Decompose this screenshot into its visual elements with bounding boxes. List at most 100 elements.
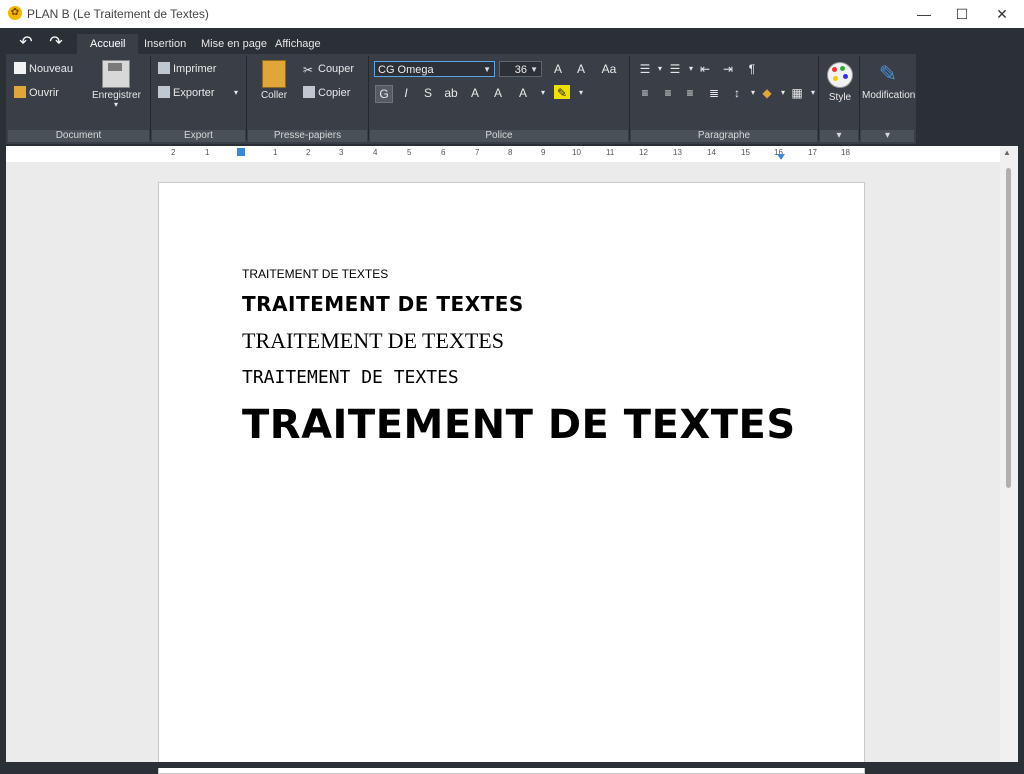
multilevel-list-icon[interactable]: ☰ [667, 61, 683, 77]
group-label-document: Document [8, 130, 149, 142]
justify-icon[interactable]: ≣ [706, 85, 722, 101]
highlight-dropdown-icon[interactable]: ▾ [573, 85, 589, 101]
cut-label: Couper [318, 63, 355, 75]
group-expand-style[interactable]: ▾ [820, 130, 858, 142]
ruler-tick: 2 [171, 148, 176, 157]
superscript-icon[interactable]: A [490, 85, 506, 101]
document-line[interactable]: TRAITEMENT DE TEXTES [242, 402, 796, 448]
document-line[interactable]: TRAITEMENT DE TEXTES [242, 267, 388, 281]
bullet-list-icon[interactable]: ☰ [637, 61, 653, 77]
highlight-icon[interactable]: ✎ [554, 85, 570, 100]
window-title: PLAN B (Le Traitement de Textes) [27, 7, 209, 21]
ruler-tick: 12 [639, 148, 648, 157]
status-bar [0, 762, 1024, 768]
ruler-tick: 10 [572, 148, 581, 157]
vertical-scrollbar[interactable]: ▲ [1000, 146, 1018, 762]
floppy-disk-icon [102, 60, 130, 88]
align-right-icon[interactable]: ≡ [682, 85, 698, 101]
font-name-select[interactable]: CG Omega ▼ [374, 61, 495, 77]
document-line[interactable]: TRAITEMENT DE TEXTES [242, 292, 524, 316]
group-label-paragraph: Paragraphe [631, 130, 817, 142]
ruler-tick: 2 [306, 148, 311, 157]
paste-button[interactable]: Coller [256, 60, 292, 101]
strikethrough-icon[interactable]: ab [443, 85, 459, 101]
tab-accueil[interactable]: Accueil [77, 34, 139, 54]
tab-insertion[interactable]: Insertion [144, 34, 186, 54]
underline-icon[interactable]: S [420, 85, 436, 101]
shading-icon[interactable]: ◆ [759, 85, 775, 101]
ruler-tick: 14 [707, 148, 716, 157]
decrease-indent-icon[interactable]: ⇤ [697, 61, 713, 77]
scrollbar-thumb[interactable] [1006, 168, 1011, 488]
cut-button[interactable]: ✂ Couper [303, 62, 354, 76]
paste-label: Coller [260, 90, 288, 101]
redo-button[interactable]: ↷ [45, 34, 67, 52]
ruler-tick: 7 [475, 148, 480, 157]
document-line[interactable]: TRAITEMENT DE TEXTES [242, 367, 459, 388]
save-button[interactable]: Enregistrer ▾ [92, 60, 141, 109]
chevron-down-icon: ▼ [483, 65, 491, 74]
scissors-icon: ✂ [303, 63, 314, 77]
style-button[interactable]: Style [824, 62, 856, 103]
copy-button[interactable]: Copier [303, 86, 350, 100]
ruler-tick: 6 [441, 148, 446, 157]
pencil-icon: ✎ [878, 61, 898, 86]
ruler-tick: 13 [673, 148, 682, 157]
new-button[interactable]: Nouveau [14, 62, 73, 76]
export-dropdown-icon[interactable]: ▾ [234, 86, 238, 100]
chevron-down-icon: ▼ [530, 65, 538, 74]
group-separator [246, 56, 247, 140]
align-left-icon[interactable]: ≡ [637, 85, 653, 101]
right-indent-marker[interactable] [777, 154, 785, 160]
group-expand-modification[interactable]: ▾ [861, 130, 914, 142]
document-page[interactable]: TRAITEMENT DE TEXTES TRAITEMENT DE TEXTE… [158, 182, 865, 774]
group-separator [629, 56, 630, 140]
new-document-icon [14, 62, 26, 74]
tab-mise-en-page[interactable]: Mise en page [201, 34, 267, 54]
bullet-list-dropdown-icon[interactable]: ▾ [652, 61, 668, 77]
new-label: Nouveau [29, 63, 74, 75]
group-label-font: Police [370, 130, 628, 142]
print-button[interactable]: Imprimer [158, 62, 216, 76]
ruler-tick: 18 [841, 148, 850, 157]
tab-affichage[interactable]: Affichage [275, 34, 321, 54]
maximize-button[interactable]: ☐ [942, 0, 982, 28]
minimize-button[interactable]: — [904, 0, 944, 28]
open-button[interactable]: Ouvrir [14, 86, 59, 100]
group-separator [150, 56, 151, 140]
subscript-icon[interactable]: A [467, 85, 483, 101]
font-color-icon[interactable]: A [515, 85, 531, 101]
group-label-export: Export [152, 130, 245, 142]
change-case-icon[interactable]: Aa [598, 61, 620, 77]
undo-button[interactable]: ↶ [15, 34, 37, 52]
export-label: Exporter [173, 87, 215, 99]
ruler-tick: 1 [273, 148, 278, 157]
bold-icon[interactable]: G [375, 85, 393, 103]
palette-icon [827, 62, 853, 88]
open-label: Ouvrir [29, 87, 59, 99]
left-indent-marker[interactable] [237, 148, 245, 156]
borders-icon[interactable]: ▦ [789, 85, 805, 101]
save-dropdown-icon[interactable]: ▾ [92, 101, 140, 109]
pilcrow-icon[interactable]: ¶ [744, 61, 760, 77]
font-size-select[interactable]: 36 ▼ [499, 61, 542, 77]
italic-icon[interactable]: I [398, 85, 414, 101]
grow-font-icon[interactable]: A [550, 61, 566, 77]
group-separator [368, 56, 369, 140]
borders-dropdown-icon[interactable]: ▾ [805, 85, 821, 101]
print-label: Imprimer [173, 63, 217, 75]
folder-icon [14, 86, 26, 98]
shrink-font-icon[interactable]: A [573, 61, 589, 77]
document-line[interactable]: TRAITEMENT DE TEXTES [242, 328, 504, 354]
modification-button[interactable]: ✎ Modification [862, 61, 915, 102]
scroll-up-icon[interactable]: ▲ [1003, 148, 1011, 157]
close-button[interactable]: ✕ [982, 0, 1022, 28]
line-spacing-icon[interactable]: ↕ [729, 85, 745, 101]
align-center-icon[interactable]: ≡ [660, 85, 676, 101]
ruler-tick: 9 [541, 148, 546, 157]
font-color-dropdown-icon[interactable]: ▾ [535, 85, 551, 101]
increase-indent-icon[interactable]: ⇥ [720, 61, 736, 77]
app-logo-icon: ✿ [8, 6, 22, 20]
horizontal-ruler[interactable]: 2 1 1 2 3 4 5 6 7 8 9 10 11 12 13 14 15 … [6, 146, 1000, 163]
export-button[interactable]: Exporter [158, 86, 215, 100]
